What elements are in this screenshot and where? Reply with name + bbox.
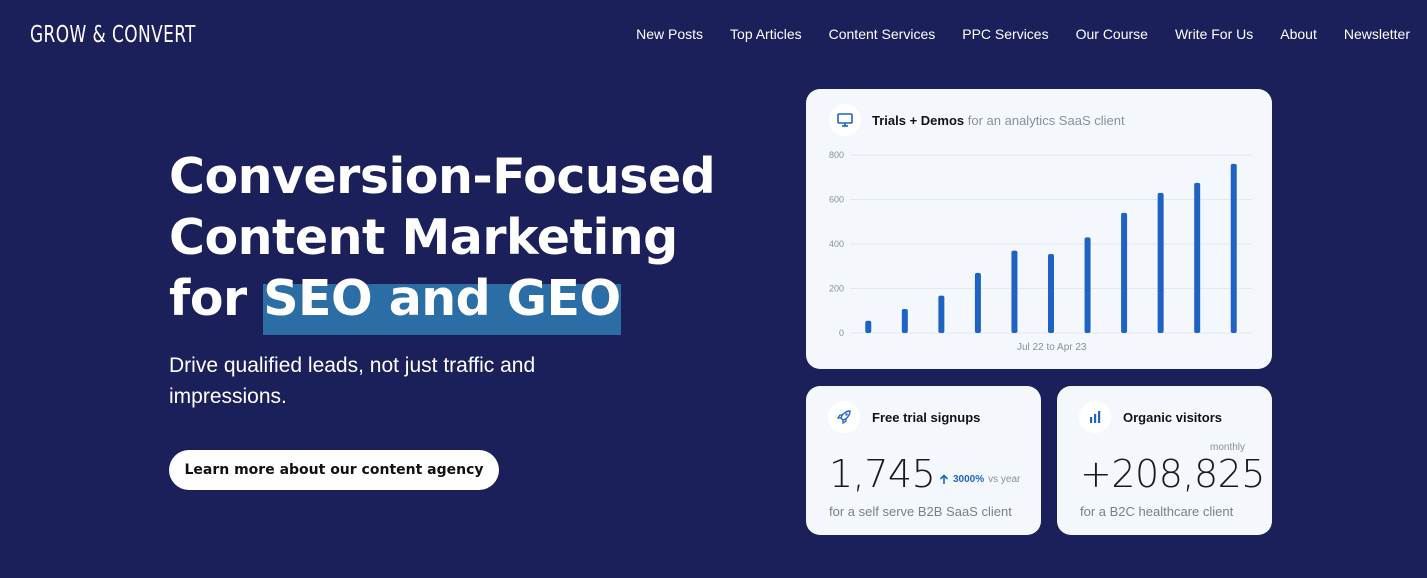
- hero-title: Conversion-Focused Content Marketing for…: [169, 146, 716, 335]
- chart-bar: [1048, 254, 1054, 333]
- signups-value: 1,745: [829, 452, 936, 496]
- nav-item-our-course[interactable]: Our Course: [1076, 26, 1148, 42]
- chart-bar: [974, 272, 981, 333]
- trials-demos-card: Trials + Demos for an analytics SaaS cli…: [806, 89, 1272, 369]
- trials-bar-chart: 0 200 400 600 800: [829, 150, 1252, 338]
- visitors-value: +208,825: [1080, 452, 1265, 496]
- visitors-card-title: Organic visitors: [1123, 410, 1222, 425]
- chart-bar: [1157, 192, 1164, 333]
- chart-bar: [1194, 182, 1201, 333]
- hero-subtitle: Drive qualified leads, not just traffic …: [169, 354, 536, 408]
- organic-visitors-card: Organic visitors monthly +208,825 for a …: [1057, 386, 1272, 535]
- hero-title-line-3: for SEO and GEO: [169, 268, 715, 335]
- y-tick-label: 800: [829, 150, 844, 160]
- arrow-up-icon: [939, 474, 949, 484]
- nav-item-content-services[interactable]: Content Services: [829, 26, 936, 42]
- bar-chart-icon: [1079, 401, 1111, 433]
- chart-bar: [938, 295, 945, 333]
- hero-title-prefix: for: [169, 270, 264, 327]
- hero-title-line-2: Content Marketing: [169, 209, 678, 266]
- y-tick-label: 200: [829, 284, 844, 294]
- hero-title-line-1: Conversion-Focused: [169, 148, 716, 205]
- nav-item-top-articles[interactable]: Top Articles: [730, 26, 802, 42]
- chart-bar: [1011, 250, 1018, 333]
- nav-item-ppc-services[interactable]: PPC Services: [962, 26, 1048, 42]
- nav-item-about[interactable]: About: [1280, 26, 1317, 42]
- signups-growth: 3000% vs year: [939, 474, 1020, 485]
- y-tick-label: 600: [829, 195, 844, 205]
- nav-item-newsletter[interactable]: Newsletter: [1344, 26, 1410, 42]
- nav-item-new-posts[interactable]: New Posts: [636, 26, 703, 42]
- chart-bar: [1084, 237, 1091, 333]
- signups-card-title: Free trial signups: [872, 410, 981, 425]
- hero-title-highlight: SEO and GEO: [263, 268, 621, 335]
- signups-growth-suffix: vs year: [988, 474, 1021, 485]
- main-nav: New Posts Top Articles Content Services …: [636, 26, 1410, 42]
- chart-bar: [901, 308, 908, 333]
- chart-bar: [1121, 212, 1128, 333]
- y-tick-label: 400: [829, 239, 844, 249]
- chart-period-label: Jul 22 to Apr 23: [1017, 342, 1087, 353]
- rocket-icon: [828, 401, 860, 433]
- signups-note: for a self serve B2B SaaS client: [829, 504, 1012, 519]
- nav-item-write-for-us[interactable]: Write For Us: [1175, 26, 1253, 42]
- visitors-note: for a B2C healthcare client: [1080, 504, 1234, 519]
- chart-bar: [865, 320, 872, 333]
- y-tick-label: 0: [839, 328, 844, 338]
- free-trial-signups-card: Free trial signups 1,745 3000% vs year f…: [806, 386, 1041, 535]
- chart-bar: [1230, 163, 1237, 333]
- learn-more-button[interactable]: Learn more about our content agency: [169, 450, 499, 490]
- signups-growth-pct: 3000%: [953, 474, 985, 485]
- site-logo[interactable]: GROW & CONVERT: [30, 22, 196, 48]
